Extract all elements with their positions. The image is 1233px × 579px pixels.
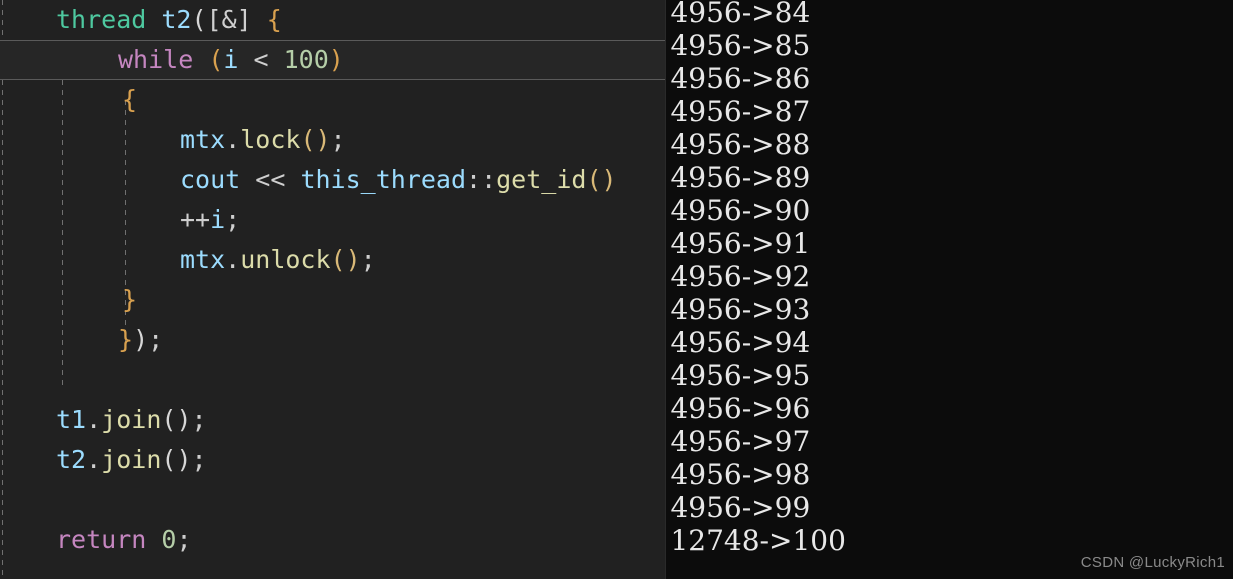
code-token-var: cout — [180, 165, 241, 194]
console-output-pane[interactable]: 4956->84 4956->85 4956->86 4956->87 4956->88… — [665, 0, 1233, 579]
code-editor-pane[interactable]: thread t2([&] {while (i < 100){mtx.lock(… — [0, 0, 666, 579]
code-token-punc: << — [240, 165, 301, 194]
console-output-line: 4956->95 — [670, 359, 811, 392]
code-token-var: t1 — [56, 405, 87, 434]
code-token-fn: unlock — [240, 245, 331, 274]
code-token-br1: } — [122, 285, 138, 314]
code-token-var: t2 — [56, 445, 87, 474]
code-line[interactable] — [0, 480, 665, 520]
code-token-br1: { — [266, 5, 282, 34]
code-line[interactable]: mtx.lock(); — [0, 120, 665, 160]
code-token-var: i — [223, 45, 239, 74]
code-token-kw: return — [56, 525, 147, 554]
console-output-line: 4956->98 — [670, 458, 811, 491]
code-token-punc: . — [225, 125, 241, 154]
code-token-punc: < — [238, 45, 284, 74]
code-token-br1: ( — [208, 45, 224, 74]
watermark-label: CSDN @LuckyRich1 — [1080, 554, 1225, 571]
code-token-punc: . — [225, 245, 241, 274]
code-line[interactable]: thread t2([&] { — [0, 0, 665, 40]
console-output-line: 4956->96 — [670, 392, 811, 425]
console-output-line: 4956->99 — [670, 491, 811, 524]
code-token-kw: while — [118, 45, 194, 74]
code-token-num: 100 — [283, 45, 329, 74]
code-line[interactable]: }); — [0, 320, 665, 360]
code-token-punc: :: — [466, 165, 497, 194]
console-output-line: 4956->97 — [670, 425, 811, 458]
console-output-line: 4956->91 — [670, 227, 811, 260]
code-token-var: mtx — [180, 245, 226, 274]
code-token-type: thread — [56, 5, 147, 34]
code-line[interactable]: mtx.unlock(); — [0, 240, 665, 280]
code-token-br2: () — [330, 245, 361, 274]
console-output-line: 4956->84 — [670, 0, 811, 29]
code-token-br0: ) — [133, 325, 149, 354]
code-token-punc: ; — [225, 205, 241, 234]
code-line[interactable]: t1.join(); — [0, 400, 665, 440]
console-output-line: 4956->87 — [670, 95, 811, 128]
code-line-active[interactable]: while (i < 100) — [0, 40, 666, 80]
code-token-punc: ; — [191, 445, 207, 474]
code-token-br2: () — [300, 125, 331, 154]
code-token-fn: get_id — [496, 165, 587, 194]
code-token-br0: ( — [191, 5, 207, 34]
console-output-line: 4956->89 — [670, 161, 811, 194]
console-output-line: 4956->90 — [670, 194, 811, 227]
console-output-line: 4956->92 — [670, 260, 811, 293]
console-lines-container: 4956->84 4956->85 4956->86 4956->87 4956->88… — [670, 0, 1233, 557]
code-token-fn: join — [101, 405, 162, 434]
console-output-line: 4956->93 — [670, 293, 811, 326]
code-token-punc: . — [86, 405, 102, 434]
code-token-var: i — [210, 205, 226, 234]
code-token-punc: ; — [148, 325, 164, 354]
code-token-fn: join — [101, 445, 162, 474]
console-output-line: 4956->88 — [670, 128, 811, 161]
code-line[interactable]: ++i; — [0, 200, 665, 240]
console-output-line: 4956->85 — [670, 29, 811, 62]
code-token-punc: ; — [330, 125, 346, 154]
code-line[interactable]: t2.join(); — [0, 440, 665, 480]
code-token-br1: } — [118, 325, 134, 354]
code-line[interactable]: { — [0, 80, 665, 120]
console-output-line: 4956->86 — [670, 62, 811, 95]
code-token-br1: { — [122, 85, 138, 114]
console-output-line: 4956->94 — [670, 326, 811, 359]
code-token-br1: ) — [328, 45, 344, 74]
code-token-punc: ; — [191, 405, 207, 434]
code-token-punc: ; — [176, 525, 192, 554]
code-line[interactable]: cout << this_thread::get_id() — [0, 160, 665, 200]
app-root: thread t2([&] {while (i < 100){mtx.lock(… — [0, 0, 1233, 579]
code-token-var: this_thread — [300, 165, 467, 194]
code-line[interactable] — [0, 360, 665, 400]
code-token-punc: . — [86, 445, 102, 474]
code-token-var: mtx — [180, 125, 226, 154]
code-line[interactable]: return 0; — [0, 520, 665, 560]
code-token-punc: ++ — [180, 205, 211, 234]
code-token-punc: [&] — [206, 5, 252, 34]
code-token-br2: () — [586, 165, 617, 194]
console-output-line: 12748->100 — [670, 524, 846, 557]
code-lines-container[interactable]: thread t2([&] {while (i < 100){mtx.lock(… — [0, 0, 666, 579]
code-token-num: 0 — [161, 525, 177, 554]
code-token-fn: lock — [240, 125, 301, 154]
code-token-punc: ; — [360, 245, 376, 274]
code-token-br0: () — [161, 405, 192, 434]
code-line[interactable]: } — [0, 280, 665, 320]
code-token-var: t2 — [161, 5, 192, 34]
code-token-br0: () — [161, 445, 192, 474]
